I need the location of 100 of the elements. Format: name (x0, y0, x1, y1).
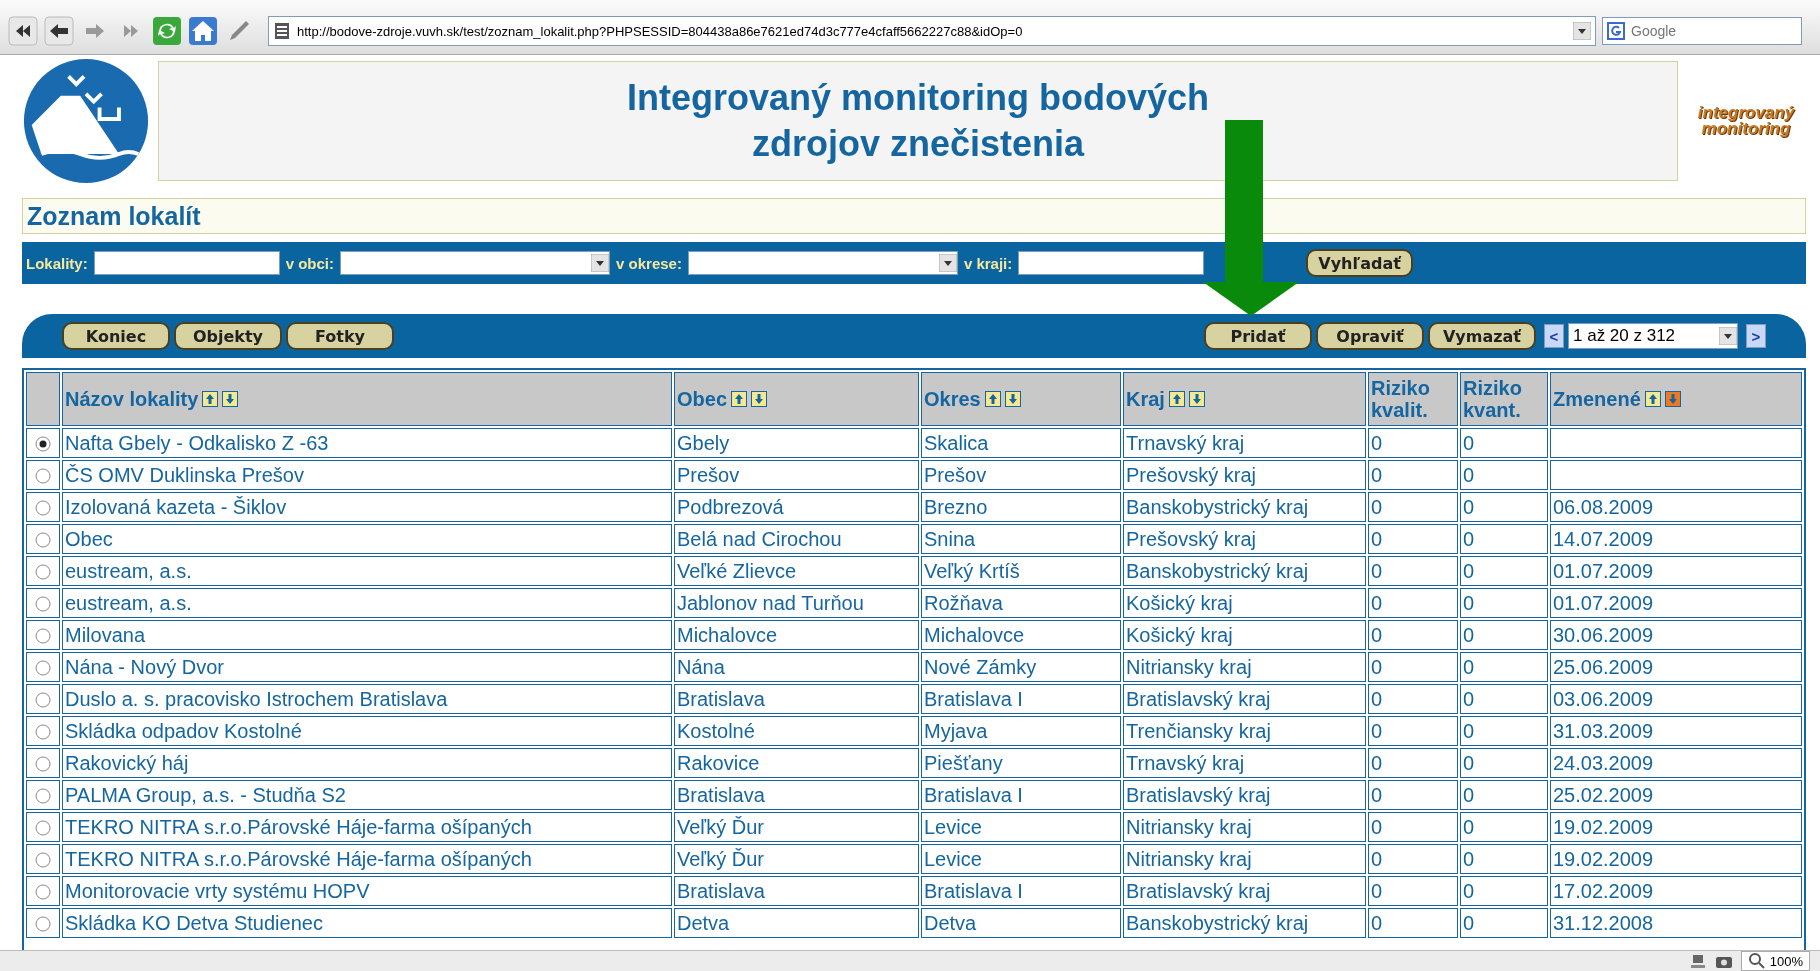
toolbar-button[interactable]: Pridať (1204, 322, 1312, 350)
back-icon[interactable] (44, 16, 74, 46)
sort-up-icon[interactable] (1644, 391, 1661, 407)
table-cell: Košický kraj (1123, 620, 1366, 650)
table-cell: Michalovce (921, 620, 1121, 650)
table-cell: 0 (1460, 844, 1548, 874)
column-header: Riziko kvant. (1463, 377, 1523, 421)
sort-up-icon[interactable] (731, 391, 748, 407)
radio-button[interactable] (35, 532, 51, 549)
radio-button[interactable] (35, 660, 51, 677)
radio-button[interactable] (35, 564, 51, 581)
table-cell: 25.02.2009 (1550, 780, 1802, 810)
search-button[interactable]: Vyhľadať (1306, 249, 1413, 277)
table-cell: Rakovický háj (62, 748, 672, 778)
radio-button[interactable] (35, 628, 51, 645)
filter-dropdown[interactable] (687, 251, 958, 275)
column-header[interactable]: Okres (924, 388, 981, 410)
table-cell: Bratislava (674, 684, 919, 714)
table-cell: Trnavský kraj (1123, 748, 1366, 778)
address-field[interactable]: http://bodove-zdroje.vuvh.sk/test/zoznam_lokalit.php?PHPSESSID=804438a86e7621ed74d3c777e4cfaff5662227c88&idOp=0 (268, 16, 1596, 46)
dropdown-icon[interactable] (1573, 22, 1591, 40)
next-page-button[interactable]: > (1746, 324, 1766, 348)
table-cell: 0 (1460, 652, 1548, 682)
sort-up-icon[interactable] (202, 391, 219, 407)
sort-down-icon[interactable] (1004, 391, 1021, 407)
radio-button[interactable] (35, 724, 51, 741)
table-cell: Bratislava I (921, 684, 1121, 714)
table-cell: 0 (1368, 588, 1458, 618)
page-dropdown[interactable]: 1 až 20 z 312 (1568, 323, 1738, 349)
sort-down-icon[interactable] (222, 391, 239, 407)
table-cell: 0 (1368, 684, 1458, 714)
toolbar-button[interactable]: Koniec (62, 322, 170, 350)
logo-text: monitoring (1701, 120, 1791, 137)
sort-up-icon[interactable] (1168, 391, 1185, 407)
site-title: Integrovaný monitoring bodových zdrojov znečistenia (626, 75, 1210, 166)
table-cell: Snina (921, 524, 1121, 554)
column-header[interactable]: Názov lokality (65, 388, 199, 410)
radio-button[interactable] (35, 468, 51, 485)
toolbar-button[interactable]: Vymazať (1428, 322, 1536, 350)
table-cell: Bratislava I (921, 780, 1121, 810)
radio-button[interactable] (35, 500, 51, 517)
table-cell: Banskobystrický kraj (1123, 908, 1366, 938)
radio-button[interactable] (35, 788, 51, 805)
table-cell: 0 (1460, 620, 1548, 650)
table-cell: 01.07.2009 (1550, 588, 1802, 618)
table-cell: 0 (1368, 716, 1458, 746)
table-cell: 14.07.2009 (1550, 524, 1802, 554)
radio-button[interactable] (35, 756, 51, 773)
table-cell: ČS OMV Duklinska Prešov (62, 460, 672, 490)
radio-button[interactable] (35, 436, 51, 453)
table-cell: Milovana (62, 620, 672, 650)
radio-button[interactable] (35, 596, 51, 613)
radio-button[interactable] (35, 916, 51, 933)
radio-button[interactable] (35, 884, 51, 901)
filter-label: v okrese: (616, 254, 682, 272)
column-header[interactable]: Zmenené (1553, 388, 1641, 410)
search-field[interactable]: Google (1602, 17, 1802, 45)
sort-down-icon[interactable] (1664, 391, 1681, 407)
radio-button[interactable] (35, 692, 51, 709)
previous-page-button[interactable]: < (1544, 324, 1564, 348)
table-cell: TEKRO NITRA s.r.o.Párovské Háje-farma ošípaných (62, 844, 672, 874)
table-cell: Obec (62, 524, 672, 554)
table-cell: Nitriansky kraj (1123, 844, 1366, 874)
column-header[interactable]: Kraj (1126, 388, 1165, 410)
table-cell: 0 (1368, 652, 1458, 682)
toolbar-button[interactable]: Opraviť (1316, 322, 1424, 350)
table-cell: Veľký Krtíš (921, 556, 1121, 586)
filter-label: v kraji: (963, 254, 1013, 272)
table-cell: 0 (1460, 876, 1548, 906)
home-icon[interactable] (188, 16, 218, 46)
table-cell: Bratislava (674, 780, 919, 810)
double-back-icon[interactable] (8, 16, 38, 46)
table-cell: 0 (1460, 908, 1548, 938)
table-cell: Veľký Ďur (674, 812, 919, 842)
radio-button[interactable] (35, 820, 51, 837)
zoom-control[interactable]: 100% (1740, 951, 1810, 971)
table-cell: 03.06.2009 (1550, 684, 1802, 714)
sort-up-icon[interactable] (984, 391, 1001, 407)
filter-dropdown[interactable] (340, 251, 611, 275)
sort-down-icon[interactable] (751, 391, 768, 407)
table-cell: 0 (1460, 684, 1548, 714)
dropdown-icon (1719, 327, 1737, 345)
table-cell: Belá nad Cirochou (674, 524, 919, 554)
toolbar-button[interactable]: Objekty (174, 322, 282, 350)
sort-down-icon[interactable] (1188, 391, 1205, 407)
column-header[interactable]: Obec (677, 388, 728, 410)
table-cell: Banskobystrický kraj (1123, 556, 1366, 586)
table-cell: Prešovský kraj (1123, 524, 1366, 554)
table-cell: 0 (1368, 844, 1458, 874)
filter-input[interactable] (1018, 251, 1205, 275)
refresh-icon[interactable] (152, 16, 182, 46)
table-cell: Jablonov nad Turňou (674, 588, 919, 618)
table-cell: 0 (1368, 876, 1458, 906)
table-cell: 0 (1460, 716, 1548, 746)
table-cell: Nána - Nový Dvor (62, 652, 672, 682)
radio-button[interactable] (35, 852, 51, 869)
table-cell: 25.06.2009 (1550, 652, 1802, 682)
filter-input[interactable] (93, 251, 280, 275)
table-cell: Nána (674, 652, 919, 682)
toolbar-button[interactable]: Fotky (286, 322, 394, 350)
